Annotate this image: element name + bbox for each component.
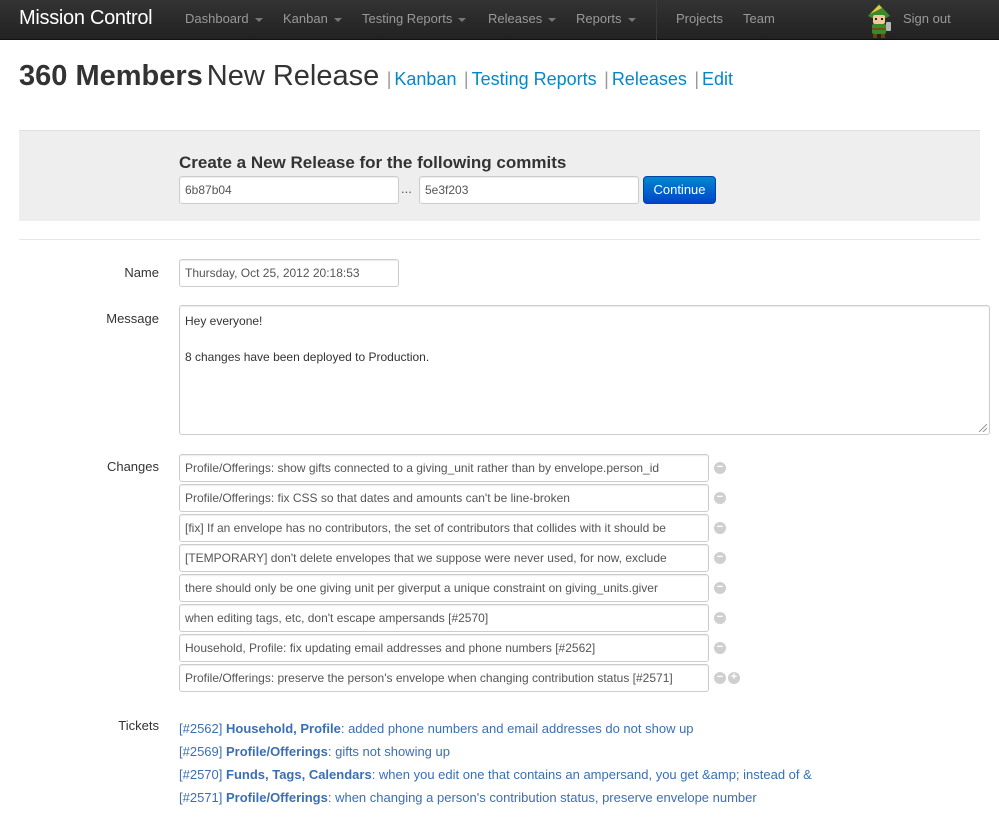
message-line: 8 changes have been deployed to Producti… bbox=[185, 350, 430, 364]
add-change-icon[interactable]: + bbox=[728, 672, 740, 684]
remove-change-icon[interactable]: − bbox=[714, 522, 726, 534]
nav-testing-reports[interactable]: Testing Reports bbox=[362, 11, 467, 26]
message-label: Message bbox=[106, 311, 159, 326]
brand-logo[interactable]: Mission Control bbox=[19, 7, 153, 30]
name-label: Name bbox=[124, 265, 159, 280]
divider-pipe: | bbox=[463, 69, 469, 89]
resize-grip-icon[interactable] bbox=[979, 424, 987, 432]
remove-change-icon[interactable]: − bbox=[714, 612, 726, 624]
remove-change-icon[interactable]: − bbox=[714, 462, 726, 474]
message-line: Hey everyone! bbox=[185, 314, 263, 328]
nav-releases[interactable]: Releases bbox=[488, 11, 557, 26]
nav-reports-label: Reports bbox=[576, 11, 622, 26]
nav-dashboard-label: Dashboard bbox=[185, 11, 249, 26]
remove-change-icon[interactable]: − bbox=[714, 552, 726, 564]
section-divider bbox=[19, 239, 980, 240]
header-link-edit[interactable]: Edit bbox=[702, 69, 733, 89]
change-input[interactable]: Profile/Offerings: preserve the person's… bbox=[179, 664, 709, 692]
ticket-link[interactable]: [#2571] Profile/Offerings: when changing… bbox=[179, 786, 812, 809]
changes-label: Changes bbox=[106, 459, 159, 474]
commit-range-heading: Create a New Release for the following c… bbox=[179, 153, 567, 172]
commit-range-panel: Create a New Release for the following c… bbox=[19, 130, 980, 221]
nav-kanban[interactable]: Kanban bbox=[283, 11, 342, 26]
ticket-list: [#2562] Household, Profile: added phone … bbox=[179, 717, 812, 809]
ticket-summary: : when changing a person's contribution … bbox=[327, 790, 757, 805]
change-item: [TEMPORARY] don't delete envelopes that … bbox=[179, 544, 739, 572]
page-header: 360 Members New Release | Kanban | Testing … bbox=[19, 60, 733, 93]
change-input[interactable]: when editing tags, etc, don't escape amp… bbox=[179, 604, 709, 632]
change-item: [fix] If an envelope has no contributors… bbox=[179, 514, 739, 542]
chevron-down-icon bbox=[458, 17, 467, 22]
ticket-project: Profile/Offerings bbox=[226, 744, 328, 759]
chevron-down-icon bbox=[254, 17, 263, 22]
ticket-summary: : when you edit one that contains an amp… bbox=[371, 767, 812, 782]
ticket-id: [#2562] bbox=[179, 721, 223, 736]
chevron-down-icon bbox=[548, 17, 557, 22]
release-message-textarea[interactable]: Hey everyone! 8 changes have been deploy… bbox=[179, 305, 990, 435]
change-item: Profile/Offerings: fix CSS so that dates… bbox=[179, 484, 739, 512]
remove-change-icon[interactable]: − bbox=[714, 672, 726, 684]
ticket-link[interactable]: [#2562] Household, Profile: added phone … bbox=[179, 717, 812, 740]
commit-range-separator: ... bbox=[401, 181, 412, 196]
ticket-project: Household, Profile bbox=[226, 721, 341, 736]
header-link-releases[interactable]: Releases bbox=[612, 69, 687, 89]
header-link-testing-reports[interactable]: Testing Reports bbox=[472, 69, 597, 89]
nav-reports[interactable]: Reports bbox=[576, 11, 636, 26]
release-name-input[interactable]: Thursday, Oct 25, 2012 20:18:53 bbox=[179, 259, 399, 287]
ticket-link[interactable]: [#2569] Profile/Offerings: gifts not sho… bbox=[179, 740, 812, 763]
sign-out-link[interactable]: Sign out bbox=[903, 11, 951, 26]
remove-change-icon[interactable]: − bbox=[714, 582, 726, 594]
change-input[interactable]: [fix] If an envelope has no contributors… bbox=[179, 514, 709, 542]
commit-from-input[interactable]: 6b87b04 bbox=[179, 176, 399, 204]
chevron-down-icon bbox=[627, 17, 636, 22]
nav-team[interactable]: Team bbox=[743, 11, 775, 26]
change-item: Profile/Offerings: show gifts connected … bbox=[179, 454, 739, 482]
page-title: New Release bbox=[206, 60, 380, 92]
change-item: there should only be one giving unit per… bbox=[179, 574, 739, 602]
change-input[interactable]: Household, Profile: fix updating email a… bbox=[179, 634, 709, 662]
change-input[interactable]: Profile/Offerings: show gifts connected … bbox=[179, 454, 709, 482]
divider-pipe: | bbox=[694, 69, 699, 89]
ticket-id: [#2569] bbox=[179, 744, 223, 759]
nav-divider bbox=[656, 0, 657, 40]
tickets-label: Tickets bbox=[118, 718, 159, 733]
nav-testing-reports-label: Testing Reports bbox=[362, 11, 453, 26]
ticket-project: Funds, Tags, Calendars bbox=[226, 767, 372, 782]
change-input[interactable]: there should only be one giving unit per… bbox=[179, 574, 709, 602]
ticket-summary: : added phone numbers and email addresse… bbox=[340, 721, 694, 736]
nav-dashboard[interactable]: Dashboard bbox=[185, 11, 263, 26]
project-title: 360 Members bbox=[19, 60, 203, 92]
commit-to-input[interactable]: 5e3f203 bbox=[419, 176, 639, 204]
divider-pipe: | bbox=[386, 69, 392, 89]
remove-change-icon[interactable]: − bbox=[714, 492, 726, 504]
header-link-kanban[interactable]: Kanban bbox=[394, 69, 456, 89]
nav-projects[interactable]: Projects bbox=[676, 11, 723, 26]
change-item: when editing tags, etc, don't escape amp… bbox=[179, 604, 739, 632]
change-input[interactable]: [TEMPORARY] don't delete envelopes that … bbox=[179, 544, 709, 572]
change-item: Profile/Offerings: preserve the person's… bbox=[179, 664, 740, 692]
top-navbar: Mission Control Dashboard Kanban Testing… bbox=[0, 0, 999, 40]
nav-kanban-label: Kanban bbox=[283, 11, 328, 26]
chevron-down-icon bbox=[333, 17, 342, 22]
nav-releases-label: Releases bbox=[488, 11, 543, 26]
user-avatar[interactable] bbox=[864, 2, 894, 38]
remove-change-icon[interactable]: − bbox=[714, 642, 726, 654]
change-input[interactable]: Profile/Offerings: fix CSS so that dates… bbox=[179, 484, 709, 512]
ticket-id: [#2570] bbox=[179, 767, 223, 782]
divider-pipe: | bbox=[604, 69, 609, 89]
ticket-id: [#2571] bbox=[179, 790, 223, 805]
ticket-link[interactable]: [#2570] Funds, Tags, Calendars: when you… bbox=[179, 763, 812, 786]
ticket-project: Profile/Offerings bbox=[226, 790, 328, 805]
continue-button[interactable]: Continue bbox=[643, 176, 716, 204]
change-item: Household, Profile: fix updating email a… bbox=[179, 634, 739, 662]
ticket-summary: : gifts not showing up bbox=[327, 744, 450, 759]
